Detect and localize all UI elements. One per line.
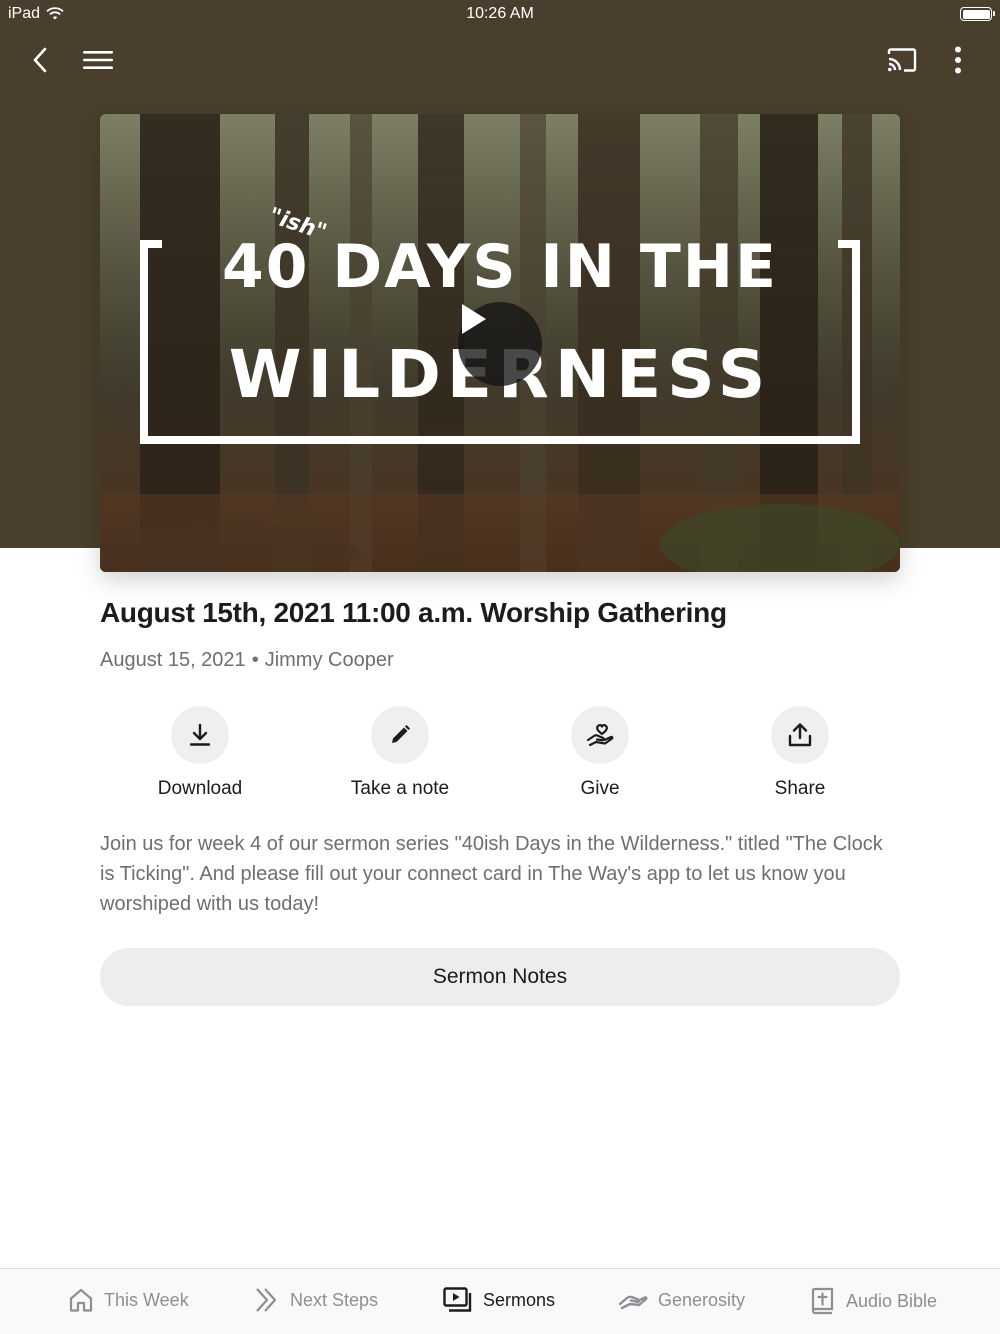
hamburger-menu-icon xyxy=(83,51,113,69)
give-circle xyxy=(571,706,629,764)
cast-button[interactable] xyxy=(882,40,922,80)
menu-button[interactable] xyxy=(78,40,118,80)
back-button[interactable] xyxy=(20,40,60,80)
pencil-icon xyxy=(392,725,410,743)
bible-icon xyxy=(811,1287,834,1315)
sermon-notes-button[interactable]: Sermon Notes xyxy=(100,948,900,1006)
share-label: Share xyxy=(774,778,826,799)
tab-bar: This Week Next Steps Sermons Generosity … xyxy=(0,1268,1000,1334)
share-icon xyxy=(788,723,812,747)
take-note-button[interactable]: Take a note xyxy=(300,706,500,800)
meta-separator: • xyxy=(251,649,259,671)
give-heart-hand-icon xyxy=(586,724,614,747)
status-time: 10:26 AM xyxy=(466,5,534,22)
sermon-title: August 15th, 2021 11:00 a.m. Worship Gat… xyxy=(100,597,727,628)
generosity-hand-icon xyxy=(618,1295,648,1310)
cast-icon xyxy=(887,48,917,72)
download-circle xyxy=(171,706,229,764)
tab-sermons[interactable]: Sermons xyxy=(443,1287,555,1313)
take-note-label: Take a note xyxy=(350,778,450,799)
share-button[interactable]: Share xyxy=(700,706,900,800)
tab-next-steps-label: Next Steps xyxy=(290,1289,379,1310)
tab-audio-bible-label: Audio Bible xyxy=(846,1290,938,1311)
download-button[interactable]: Download xyxy=(100,706,300,800)
play-icon xyxy=(462,304,486,334)
art-title-line1: 40 DAYS IN THE xyxy=(222,232,778,302)
give-label: Give xyxy=(580,778,620,799)
play-button[interactable] xyxy=(458,302,542,386)
download-icon xyxy=(189,723,211,746)
tab-this-week[interactable]: This Week xyxy=(68,1287,189,1313)
sermon-date: August 15, 2021 xyxy=(100,649,246,671)
download-label: Download xyxy=(157,778,243,799)
sermon-artwork[interactable]: 40 DAYS IN THE "ish" WILDERNESS xyxy=(100,114,900,572)
take-note-circle xyxy=(371,706,429,764)
home-icon xyxy=(69,1288,93,1312)
double-chevron-right-icon xyxy=(256,1288,277,1312)
share-circle xyxy=(771,706,829,764)
give-button[interactable]: Give xyxy=(500,706,700,800)
tab-this-week-label: This Week xyxy=(104,1289,189,1310)
more-vertical-icon xyxy=(955,46,961,74)
tab-sermons-label: Sermons xyxy=(483,1289,556,1310)
sermon-meta: August 15, 2021 • Jimmy Cooper xyxy=(100,649,394,672)
status-bar: iPad 10:26 AM xyxy=(0,0,1000,28)
tab-generosity[interactable]: Generosity xyxy=(618,1287,745,1313)
tab-audio-bible[interactable]: Audio Bible xyxy=(810,1287,937,1315)
battery-icon xyxy=(960,7,995,21)
chevron-left-icon xyxy=(33,47,47,73)
tab-next-steps[interactable]: Next Steps xyxy=(254,1287,378,1313)
more-button[interactable] xyxy=(938,40,978,80)
action-row: Download Take a note Give Share xyxy=(100,706,900,806)
sermon-speaker: Jimmy Cooper xyxy=(264,649,394,671)
tab-generosity-label: Generosity xyxy=(658,1289,746,1310)
sermon-description: Join us for week 4 of our sermon series … xyxy=(100,833,883,915)
nav-bar xyxy=(0,36,1000,84)
video-play-icon xyxy=(443,1287,472,1312)
